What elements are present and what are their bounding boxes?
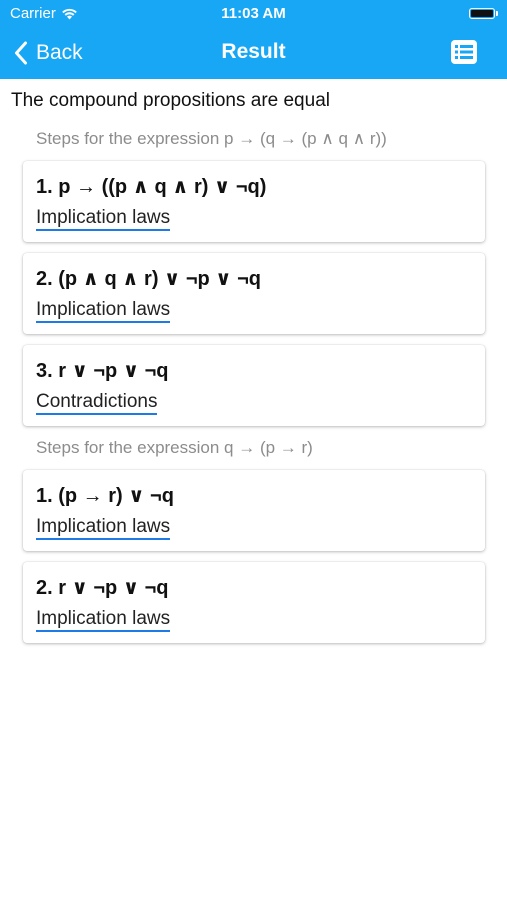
page-title: Result — [221, 40, 286, 63]
step-law-link[interactable]: Contradictions — [36, 392, 158, 415]
step-card[interactable]: 2. r ∨ ¬p ∨ ¬q Implication laws — [23, 562, 485, 643]
step-law-link[interactable]: Implication laws — [36, 517, 171, 540]
result-heading: The compound propositions are equal — [11, 90, 330, 111]
step-expression: 1. p → ((p ∧ q ∧ r) ∨ ¬q) — [36, 176, 267, 198]
step-expression: 2. r ∨ ¬p ∨ ¬q — [36, 577, 169, 599]
list-icon[interactable] — [450, 39, 478, 65]
step-law-link[interactable]: Implication laws — [36, 208, 171, 231]
status-time: 11:03 AM — [221, 5, 286, 22]
step-card[interactable]: 1. p → ((p ∧ q ∧ r) ∨ ¬q) Implication la… — [23, 161, 485, 242]
section-label: Steps for the expression p → (q → (p ∧ q… — [36, 129, 387, 148]
step-expression: 2. (p ∧ q ∧ r) ∨ ¬p ∨ ¬q — [36, 268, 261, 290]
status-bar: Carrier 11:03 AM — [0, 0, 507, 28]
step-card[interactable]: 3. r ∨ ¬p ∨ ¬q Contradictions — [23, 345, 485, 426]
step-card[interactable]: 1. (p → r) ∨ ¬q Implication laws — [23, 470, 485, 551]
battery-icon — [469, 8, 498, 19]
step-expression: 1. (p → r) ∨ ¬q — [36, 485, 174, 507]
navigation-bar: Back Result — [0, 28, 507, 79]
step-law-link[interactable]: Implication laws — [36, 609, 171, 632]
header: Carrier 11:03 AM Back Result — [0, 0, 507, 79]
step-expression: 3. r ∨ ¬p ∨ ¬q — [36, 360, 169, 382]
section-label: Steps for the expression q → (p → r) — [36, 438, 313, 457]
step-card[interactable]: 2. (p ∧ q ∧ r) ∨ ¬p ∨ ¬q Implication law… — [23, 253, 485, 334]
step-law-link[interactable]: Implication laws — [36, 300, 171, 323]
